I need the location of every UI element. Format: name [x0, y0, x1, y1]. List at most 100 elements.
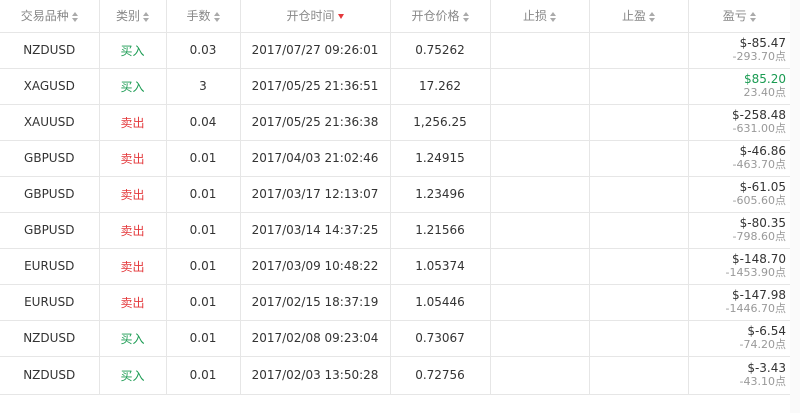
sort-icon[interactable] [71, 11, 78, 22]
table-row[interactable]: XAUUSD 卖出 0.04 2017/05/25 21:36:38 1,256.25 $… [0, 104, 790, 141]
table-row[interactable]: NZDUSD 买入 0.01 2017/02/08 09:23:04 0.73067 $-… [0, 320, 790, 357]
table-row[interactable]: GBPUSD 卖出 0.01 2017/03/14 14:37:25 1.21566 $-… [0, 212, 790, 249]
cell-open-time: 2017/02/03 13:50:28 [240, 356, 391, 395]
cell-pnl: $-258.48 -631.00点 [688, 104, 790, 141]
cell-open-time-text: 2017/02/08 09:23:04 [251, 331, 379, 345]
pnl-amount: $-258.48 [732, 108, 786, 122]
cell-pnl: $-85.47 -293.70点 [688, 32, 790, 69]
cell-take-profit [589, 32, 689, 69]
cell-stop-loss [490, 176, 590, 213]
cell-open-time-text: 2017/02/15 18:37:19 [251, 295, 379, 309]
cell-open-price-text: 0.75262 [415, 43, 465, 57]
column-header-label: 开仓时间 [286, 9, 335, 24]
pnl-amount: $85.20 [744, 72, 786, 86]
cell-stop-loss [490, 68, 590, 105]
cell-lots-text: 0.01 [189, 223, 217, 237]
cell-pnl: $-6.54 -74.20点 [688, 320, 790, 357]
cell-open-time: 2017/05/25 21:36:51 [240, 68, 391, 105]
cell-pnl: $-147.98 -1446.70点 [688, 284, 790, 321]
pnl-points: -293.70点 [732, 50, 786, 63]
table-row[interactable]: GBPUSD 卖出 0.01 2017/04/03 21:02:46 1.24915 $-… [0, 140, 790, 177]
cell-take-profit [589, 140, 689, 177]
cell-pnl: $-3.43 -43.10点 [688, 356, 790, 395]
cell-symbol: GBPUSD [0, 176, 100, 213]
cell-pnl: $-148.70 -1453.90点 [688, 248, 790, 285]
cell-lots-text: 0.01 [189, 259, 217, 273]
cell-lots-text: 3 [199, 79, 207, 93]
column-header-open-price[interactable]: 开仓价格 [390, 0, 491, 33]
cell-open-price: 0.73067 [390, 320, 491, 357]
cell-lots-text: 0.01 [189, 151, 217, 165]
table-row[interactable]: GBPUSD 卖出 0.01 2017/03/17 12:13:07 1.23496 $-… [0, 176, 790, 213]
column-header-label: 盈亏 [722, 9, 747, 24]
cell-open-time-text: 2017/04/03 21:02:46 [251, 151, 379, 165]
column-header-symbol[interactable]: 交易品种 [0, 0, 100, 33]
cell-type-text: 买入 [120, 43, 145, 58]
sort-desc-icon[interactable] [337, 14, 344, 20]
cell-open-price: 1.21566 [390, 212, 491, 249]
pnl-amount: $-148.70 [732, 252, 786, 266]
cell-stop-loss [490, 140, 590, 177]
cell-lots: 0.03 [166, 32, 241, 69]
pnl-points: 23.40点 [743, 86, 787, 99]
cell-open-price: 1.24915 [390, 140, 491, 177]
cell-pnl: $-80.35 -798.60点 [688, 212, 790, 249]
table-row[interactable]: EURUSD 卖出 0.01 2017/03/09 10:48:22 1.05374 $-… [0, 248, 790, 285]
cell-symbol-text: XAUUSD [23, 115, 75, 129]
pnl-points: -798.60点 [732, 230, 786, 243]
sort-icon[interactable] [143, 11, 149, 22]
cell-open-price-text: 0.73067 [415, 331, 465, 345]
cell-lots: 0.01 [166, 140, 241, 177]
cell-lots: 0.01 [166, 212, 241, 249]
table-row[interactable]: XAGUSD 买入 3 2017/05/25 21:36:51 17.262 $85.20… [0, 68, 790, 105]
positions-table-container: 交易品种 类别 手数 开仓时间 开仓价格 止损 止盈 盈亏 NZDUSD 买入 0.03 2017/… [0, 0, 790, 395]
column-header-take-profit[interactable]: 止盈 [589, 0, 689, 33]
cell-open-time-text: 2017/03/17 12:13:07 [251, 187, 379, 201]
cell-symbol-text: EURUSD [24, 295, 75, 309]
pnl-points: -605.60点 [732, 194, 786, 207]
pnl-amount: $-61.05 [739, 180, 786, 194]
cell-lots-text: 0.04 [189, 115, 217, 129]
pnl-amount: $-147.98 [732, 288, 786, 302]
cell-type: 买入 [99, 356, 167, 395]
cell-symbol-text: NZDUSD [23, 368, 76, 382]
table-row[interactable]: NZDUSD 买入 0.03 2017/07/27 09:26:01 0.75262 $-… [0, 32, 790, 69]
cell-symbol-text: GBPUSD [24, 187, 75, 201]
table-row[interactable]: EURUSD 卖出 0.01 2017/02/15 18:37:19 1.05446 $-… [0, 284, 790, 321]
sort-icon[interactable] [749, 11, 756, 22]
cell-lots-text: 0.01 [189, 331, 217, 345]
sort-icon[interactable] [649, 11, 655, 22]
pnl-amount: $-46.86 [739, 144, 786, 158]
cell-stop-loss [490, 104, 590, 141]
cell-take-profit [589, 320, 689, 357]
cell-lots: 3 [166, 68, 241, 105]
cell-type-text: 买入 [120, 79, 145, 94]
vertical-scrollbar[interactable] [790, 0, 800, 413]
sort-icon[interactable] [550, 11, 556, 22]
cell-symbol-text: GBPUSD [24, 151, 75, 165]
cell-symbol-text: XAGUSD [23, 79, 75, 93]
pnl-points: -43.10点 [739, 375, 786, 388]
cell-stop-loss [490, 284, 590, 321]
cell-type: 卖出 [99, 176, 167, 213]
column-header-lots[interactable]: 手数 [166, 0, 241, 33]
cell-type: 卖出 [99, 104, 167, 141]
column-header-type[interactable]: 类别 [99, 0, 167, 33]
column-header-pnl[interactable]: 盈亏 [688, 0, 790, 33]
table-row[interactable]: NZDUSD 买入 0.01 2017/02/03 13:50:28 0.72756 $-… [0, 356, 790, 395]
cell-symbol-text: EURUSD [24, 259, 75, 273]
column-header-label: 开仓价格 [411, 9, 460, 24]
cell-symbol: XAUUSD [0, 104, 100, 141]
cell-symbol: NZDUSD [0, 356, 100, 395]
cell-open-price-text: 1.05374 [415, 259, 465, 273]
cell-pnl: $-46.86 -463.70点 [688, 140, 790, 177]
sort-icon[interactable] [213, 11, 220, 22]
column-header-stop-loss[interactable]: 止损 [490, 0, 590, 33]
column-header-open-time[interactable]: 开仓时间 [240, 0, 391, 33]
cell-open-time-text: 2017/07/27 09:26:01 [251, 43, 379, 57]
sort-icon[interactable] [462, 11, 469, 22]
pnl-amount: $-85.47 [739, 36, 786, 50]
cell-pnl: $85.20 23.40点 [688, 68, 790, 105]
cell-open-time: 2017/03/17 12:13:07 [240, 176, 391, 213]
cell-lots: 0.01 [166, 356, 241, 395]
